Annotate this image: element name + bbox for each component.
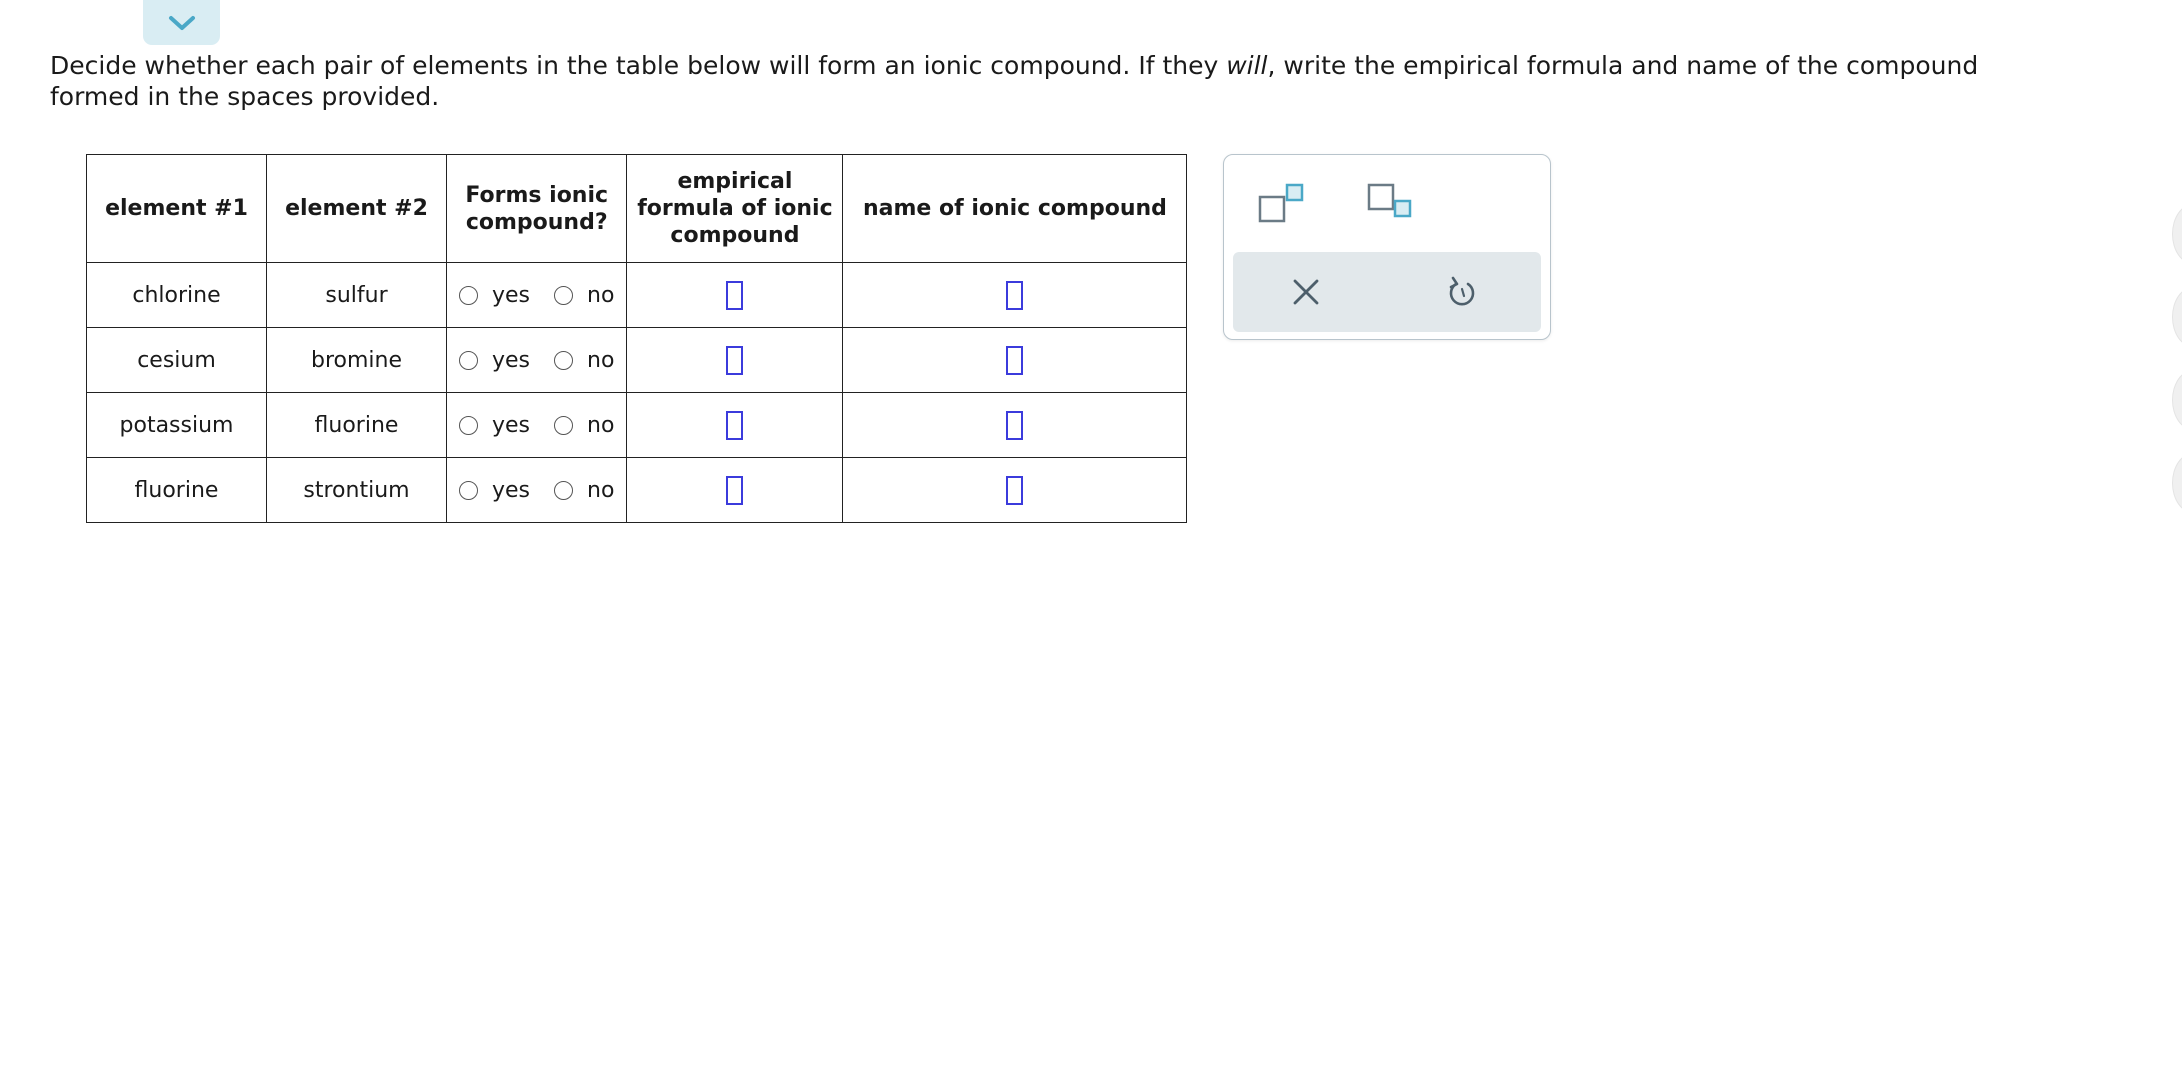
radio-no[interactable]: no <box>554 348 614 373</box>
clear-button[interactable] <box>1289 275 1323 313</box>
compound-name-input[interactable] <box>1006 345 1024 375</box>
element2-cell: bromine <box>266 327 447 393</box>
collapse-toggle-button[interactable] <box>143 0 220 45</box>
superscript-icon <box>1258 183 1304 223</box>
formula-input[interactable] <box>726 345 744 375</box>
formula-input[interactable] <box>726 280 744 310</box>
side-nav-button[interactable] <box>2172 204 2182 264</box>
radio-circle-icon[interactable] <box>554 285 574 305</box>
clear-icon <box>1293 279 1319 305</box>
formula-input[interactable] <box>726 410 744 440</box>
header-empirical-formula: empirical formula of ionic compound <box>626 154 844 263</box>
header-forms-ionic: Forms ionic compound? <box>445 154 628 263</box>
subscript-button[interactable] <box>1366 181 1416 229</box>
tool-actions-bar <box>1233 252 1541 332</box>
emphasis-text: will <box>1226 51 1268 80</box>
formula-cell <box>626 327 844 393</box>
table-row: fluorine strontium yes no <box>86 457 1188 523</box>
radio-circle-icon[interactable] <box>554 480 574 500</box>
radio-yes[interactable]: yes <box>459 348 530 373</box>
header-row: element #1 element #2 Forms ionic compou… <box>86 154 1188 263</box>
element1-cell: cesium <box>86 327 267 393</box>
radio-yes[interactable]: yes <box>459 283 530 308</box>
side-nav-button[interactable] <box>2172 370 2182 430</box>
name-cell <box>842 457 1188 523</box>
table-row: potassium fluorine yes no <box>86 392 1188 458</box>
compound-name-input[interactable] <box>1006 410 1024 440</box>
superscript-button[interactable] <box>1257 181 1307 229</box>
header-element1: element #1 <box>86 154 267 263</box>
math-tool-panel <box>1223 154 1551 340</box>
table-row: cesium bromine yes no <box>86 327 1188 393</box>
element2-cell: sulfur <box>266 262 447 328</box>
element1-cell: potassium <box>86 392 267 458</box>
header-compound-name: name of ionic compound <box>842 154 1188 263</box>
formula-input[interactable] <box>726 475 744 505</box>
name-cell <box>842 327 1188 393</box>
compound-name-input[interactable] <box>1006 280 1024 310</box>
name-cell <box>842 262 1188 328</box>
radio-circle-icon[interactable] <box>459 480 478 500</box>
element1-cell: fluorine <box>86 457 267 523</box>
radio-circle-icon[interactable] <box>459 350 478 370</box>
radio-no[interactable]: no <box>554 283 614 308</box>
radio-yes[interactable]: yes <box>459 478 530 503</box>
forms-ionic-cell: yes no <box>445 392 628 458</box>
element2-cell: strontium <box>266 457 447 523</box>
subscript-icon <box>1367 183 1412 218</box>
forms-ionic-cell: yes no <box>445 262 628 328</box>
element1-cell: chlorine <box>86 262 267 328</box>
forms-ionic-cell: yes no <box>445 457 628 523</box>
radio-circle-icon[interactable] <box>459 415 478 435</box>
question-instructions: Decide whether each pair of elements in … <box>50 51 1979 111</box>
name-cell <box>842 392 1188 458</box>
header-element2: element #2 <box>266 154 447 263</box>
elements-table: element #1 element #2 Forms ionic compou… <box>86 154 1188 523</box>
side-nav-button[interactable] <box>2172 453 2182 513</box>
table-row: chlorine sulfur yes no <box>86 262 1188 328</box>
radio-circle-icon[interactable] <box>554 350 574 370</box>
compound-name-input[interactable] <box>1006 475 1024 505</box>
element2-cell: fluorine <box>266 392 447 458</box>
side-nav-button[interactable] <box>2172 287 2182 347</box>
radio-circle-icon[interactable] <box>459 285 478 305</box>
undo-button[interactable] <box>1445 274 1479 314</box>
chevron-down-icon <box>168 15 195 30</box>
radio-no[interactable]: no <box>554 413 614 438</box>
radio-circle-icon[interactable] <box>554 415 574 435</box>
undo-icon <box>1449 276 1475 306</box>
radio-yes[interactable]: yes <box>459 413 530 438</box>
forms-ionic-cell: yes no <box>445 327 628 393</box>
formula-cell <box>626 457 844 523</box>
formula-cell <box>626 392 844 458</box>
radio-no[interactable]: no <box>554 478 614 503</box>
formula-cell <box>626 262 844 328</box>
